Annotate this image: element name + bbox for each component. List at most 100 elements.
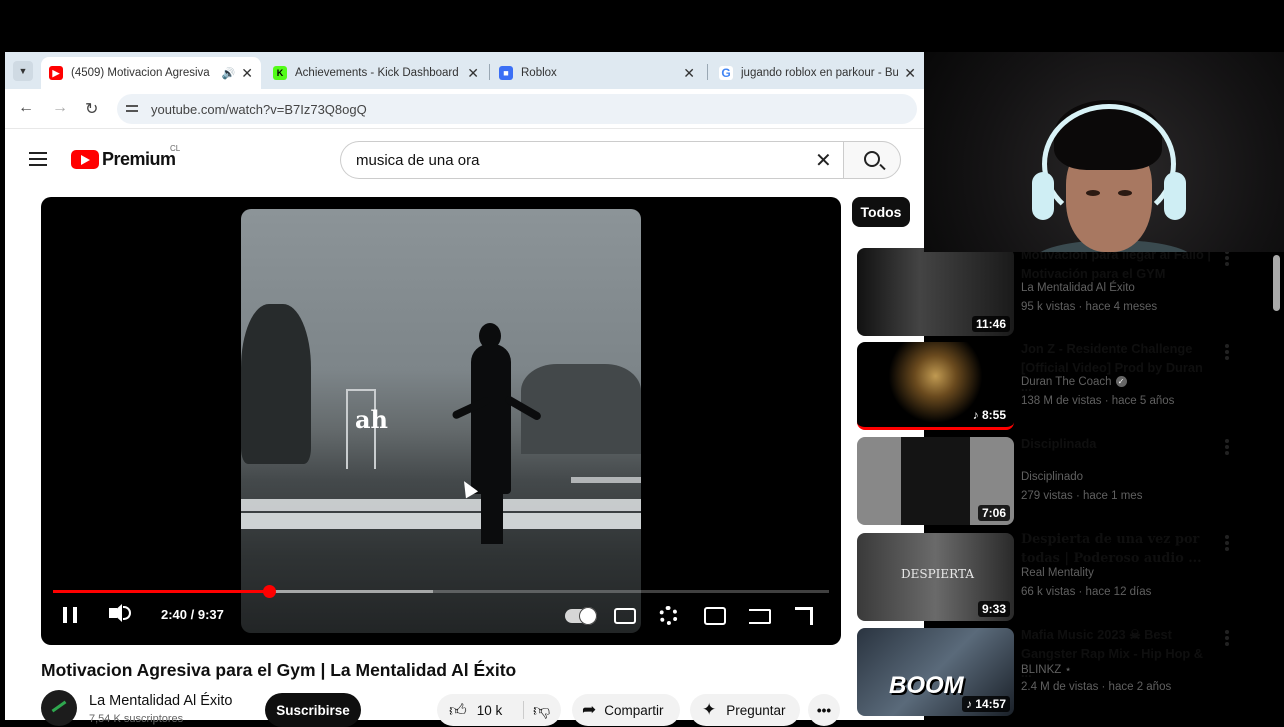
tab-youtube[interactable]: ▶ (4509) Motivacion Agresiva 🔊 ✕ (41, 57, 261, 89)
list-item[interactable]: ♪ 8:55 Jon Z - Residente Challenge [Offi… (857, 341, 1277, 430)
duration-badge: ♪ 8:55 (968, 407, 1010, 423)
miniplayer-button[interactable] (704, 607, 726, 625)
webcam-overlay (924, 52, 1284, 252)
headphones-icon (1042, 104, 1176, 224)
forward-icon[interactable]: → (52, 99, 68, 117)
close-icon[interactable]: ✕ (241, 65, 253, 82)
google-icon: G (719, 66, 733, 80)
recommendation-channel[interactable]: Duran The Coach ✓ (1021, 376, 1127, 388)
search-value: musica de una ora (356, 151, 480, 169)
recommendation-channel[interactable]: BLINKZ ⋆ (1021, 662, 1072, 676)
recommendation-meta: 66 k vistas · hace 12 días (1021, 586, 1152, 598)
more-icon[interactable] (1225, 439, 1229, 455)
tab-title: Roblox (521, 67, 557, 79)
search-input[interactable]: musica de una ora (340, 141, 843, 179)
thumbs-down-icon[interactable]: 👎︎ (533, 700, 550, 721)
subscribe-button[interactable]: Suscribirse (265, 693, 361, 727)
address-bar[interactable]: youtube.com/watch?v=B7Iz73Q8ogQ (117, 94, 917, 124)
recommendation-channel[interactable]: La Mentalidad Al Éxito (1021, 282, 1135, 294)
youtube-logo[interactable]: Premium CL (71, 144, 180, 170)
more-icon[interactable] (1225, 344, 1229, 360)
like-dislike-group: 👍︎ 10 k 👎︎ (437, 694, 561, 726)
recommendation-meta: 2.4 M de vistas · hace 2 años (1021, 681, 1172, 693)
tab-kick[interactable]: K Achievements - Kick Dashboard ✕ (265, 57, 487, 89)
close-icon[interactable]: ✕ (904, 65, 916, 82)
tab-title: Achievements - Kick Dashboard (295, 67, 459, 79)
kick-icon: K (273, 66, 287, 80)
list-item[interactable]: 11:46 Motivación para llegar al Fallo | … (857, 247, 1277, 336)
share-button[interactable]: ➦ Compartir (572, 694, 680, 726)
tab-bar: ▼ ▶ (4509) Motivacion Agresiva 🔊 ✕ K Ach… (5, 52, 924, 89)
video-thumbnail[interactable]: DESPIERTA 9:33 (857, 533, 1014, 621)
share-icon: ➦ (582, 700, 597, 719)
subscriber-count: 7,54 K suscriptores (89, 713, 184, 725)
recommendation-meta: 279 vistas · hace 1 mes (1021, 490, 1143, 502)
tab-title: jugando roblox en parkour - Bu (741, 67, 899, 79)
list-item[interactable]: DESPIERTA 9:33 Despierta de una vez por … (857, 530, 1277, 621)
video-title: Motivacion Agresiva para el Gym | La Men… (41, 660, 517, 680)
recommendation-channel[interactable]: Real Mentality (1021, 567, 1094, 579)
thumbs-up-icon[interactable]: 👍︎ (449, 700, 467, 721)
more-icon[interactable] (1225, 535, 1229, 551)
verified-icon: ✓ (1115, 376, 1127, 388)
share-label: Compartir (604, 702, 664, 718)
cast-icon[interactable] (749, 609, 771, 624)
volume-wave-icon (123, 606, 131, 620)
list-item[interactable]: 7:06 Disciplinada Disciplinado 279 vista… (857, 434, 1277, 525)
recommendation-title[interactable]: Disciplinada (1021, 434, 1211, 453)
autoplay-toggle[interactable] (565, 607, 597, 625)
video-frame: ah (241, 209, 641, 633)
tab-search-button[interactable]: ▼ (13, 61, 33, 81)
close-icon[interactable]: ✕ (467, 65, 479, 82)
browser-toolbar: ← → ↻ youtube.com/watch?v=B7Iz73Q8ogQ (5, 89, 924, 129)
logo-text: Premium (102, 149, 176, 169)
channel-name[interactable]: La Mentalidad Al Éxito (89, 693, 232, 709)
like-count[interactable]: 10 k (477, 703, 503, 718)
menu-icon[interactable] (29, 152, 47, 166)
duration-badge: 7:06 (977, 505, 1010, 521)
search-button[interactable] (843, 141, 901, 179)
fullscreen-icon[interactable] (795, 607, 813, 625)
progress-bar[interactable] (53, 590, 829, 593)
scrubber-handle[interactable] (262, 585, 276, 598)
youtube-icon: ▶ (49, 66, 63, 80)
more-actions-button[interactable]: ••• (808, 694, 840, 726)
recommendation-meta: 95 k vistas · hace 4 meses (1021, 301, 1158, 313)
reload-icon[interactable]: ↻ (85, 99, 98, 119)
recommendation-meta: 138 M de vistas · hace 5 años (1021, 395, 1175, 407)
subtitles-button[interactable] (614, 608, 636, 624)
settings-gear-icon[interactable] (659, 606, 678, 625)
ask-label: Preguntar (726, 702, 786, 718)
video-player[interactable]: ah 2:40 / 9:37 (41, 197, 841, 645)
chip-todos[interactable]: Todos (852, 197, 910, 227)
ask-button[interactable]: ✦ Preguntar (690, 694, 800, 726)
tab-roblox[interactable]: ■ Roblox ✕ (491, 57, 703, 89)
tab-google[interactable]: G jugando roblox en parkour - Bu ✕ (711, 57, 924, 89)
time-display: 2:40 / 9:37 (161, 607, 224, 622)
recommendation-channel[interactable]: Disciplinado (1021, 471, 1083, 483)
site-info-icon[interactable] (125, 102, 139, 116)
pause-button[interactable] (63, 607, 77, 623)
channel-avatar[interactable] (41, 690, 77, 726)
more-icon[interactable] (1225, 630, 1229, 646)
volume-icon[interactable] (109, 604, 122, 622)
video-thumbnail[interactable]: 7:06 (857, 437, 1014, 525)
list-item[interactable]: BOOM ♪ 14:57 Mafia Music 2023 ☠ Best Gan… (857, 627, 1277, 716)
recommendation-title[interactable]: Despierta de una vez por todas | Poderos… (1021, 530, 1211, 568)
close-icon[interactable]: ✕ (683, 65, 695, 82)
video-thumbnail[interactable]: 11:46 (857, 248, 1014, 336)
back-icon[interactable]: ← (18, 99, 34, 117)
more-icon[interactable] (1225, 250, 1229, 266)
page-scrollbar[interactable] (1273, 255, 1280, 311)
video-thumbnail[interactable]: BOOM ♪ 14:57 (857, 628, 1014, 716)
tab-title: (4509) Motivacion Agresiva (71, 67, 210, 79)
duration-badge: 11:46 (971, 316, 1010, 332)
clear-search-icon[interactable]: ✕ (815, 148, 832, 173)
sparkle-icon: ✦ (702, 700, 717, 719)
speaker-icon[interactable]: 🔊 (222, 67, 236, 80)
country-code: CL (170, 144, 181, 153)
roblox-icon: ■ (499, 66, 513, 80)
url-text: youtube.com/watch?v=B7Iz73Q8ogQ (151, 101, 367, 117)
played-bar (53, 590, 269, 593)
video-thumbnail[interactable]: ♪ 8:55 (857, 342, 1014, 430)
